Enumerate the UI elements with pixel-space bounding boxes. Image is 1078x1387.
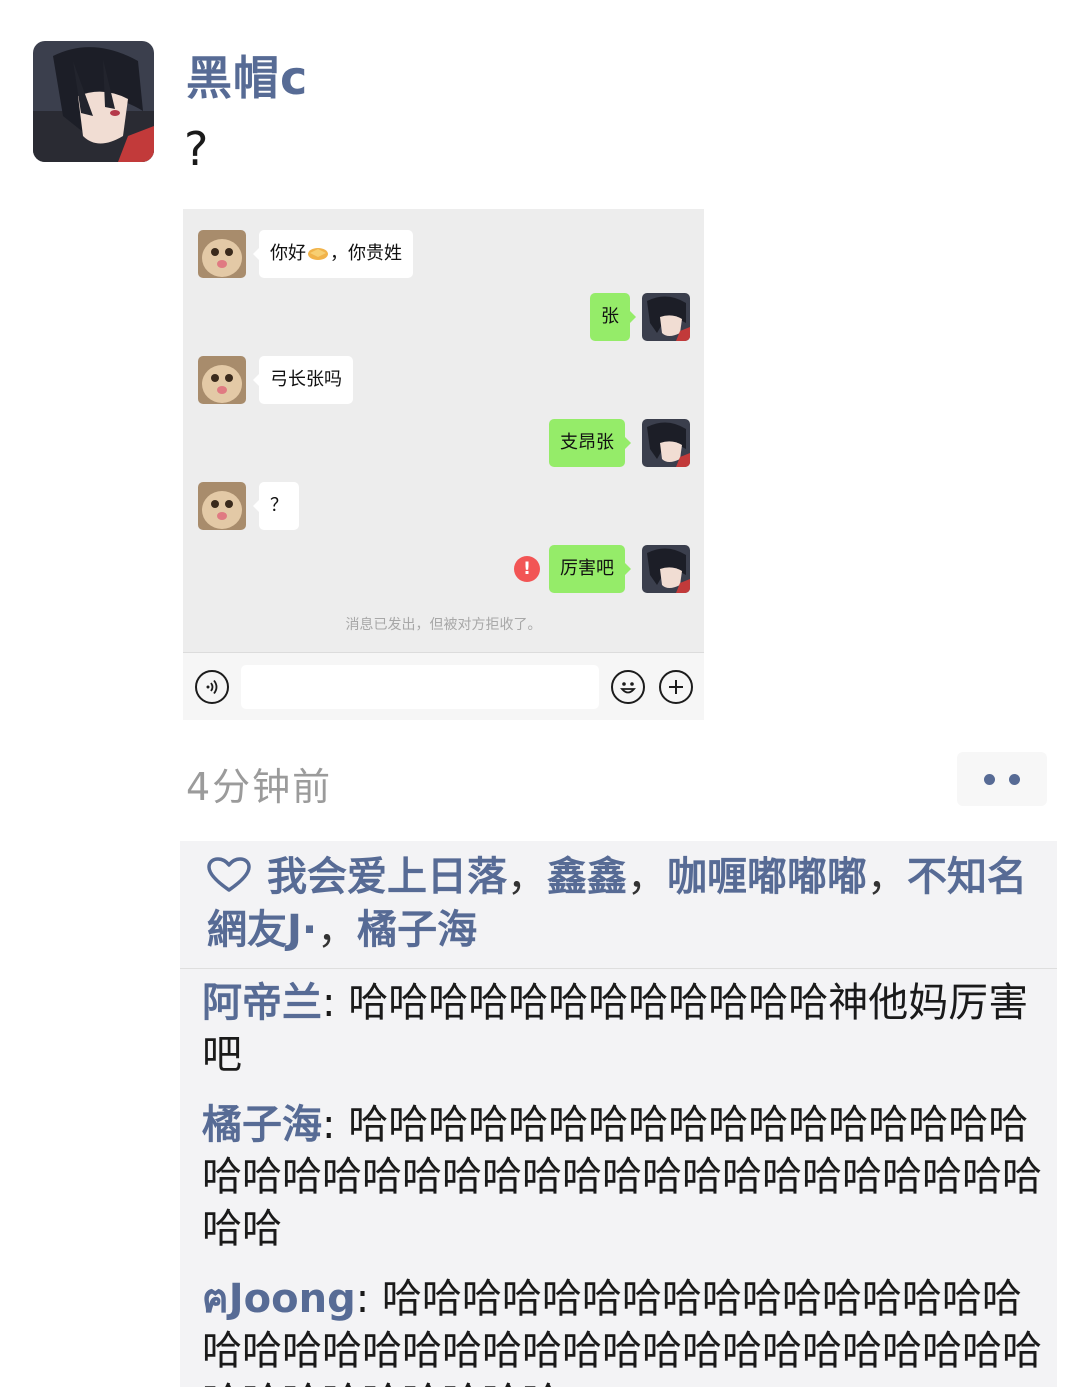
cat-avatar [198,230,246,278]
my-avatar [642,293,690,341]
post-time: 4分钟前 [186,765,333,809]
like-name[interactable]: 橘子海 [357,907,477,953]
chat-screenshot-image[interactable]: 你好 ，你贵姓 张 弓长张吗 支昂张 ？ ! 厉害吧 消息已发出，但被对方拒收了。 [183,209,704,720]
likes-list: 我会爱上日落，鑫鑫，咖喱嘟嘟嘟，不知名網友J·，橘子海 [207,854,1027,953]
handshake-emoji-icon [307,232,329,260]
comment-item[interactable]: 阿帝兰: 哈哈哈哈哈哈哈哈哈哈哈哈神他妈厉害吧 [202,977,1047,1081]
chat-bubble-incoming: 弓长张吗 [253,356,353,404]
post-text: ? [184,122,209,176]
chat-bubble-outgoing: 支昂张 [549,419,631,467]
author-avatar[interactable] [33,41,154,162]
divider [180,968,1057,969]
voice-icon [195,670,229,704]
more-dots-icon[interactable] [957,752,1047,806]
like-name[interactable]: 咖喱嘟嘟嘟 [667,854,867,900]
moments-post: 黑帽c ? 你好 ，你贵姓 张 弓长张吗 支昂张 ？ ! 厉害吧 消息已发出，但… [0,0,1078,1387]
chat-bubble-outgoing: 厉害吧 [549,545,631,593]
comment-item[interactable]: 橘子海: 哈哈哈哈哈哈哈哈哈哈哈哈哈哈哈哈哈哈哈哈哈哈哈哈哈哈哈哈哈哈哈哈哈哈哈… [202,1099,1047,1255]
chat-bubble-incoming: ？ [253,482,299,530]
comment-author[interactable]: ฅJoong [202,1276,356,1322]
chat-bubble-outgoing: 张 [590,293,636,341]
system-note: 消息已发出，但被对方拒收了。 [345,617,542,633]
likes-comments-panel: 我会爱上日落，鑫鑫，咖喱嘟嘟嘟，不知名網友J·，橘子海 阿帝兰: 哈哈哈哈哈哈哈… [180,841,1057,1387]
comment-item[interactable]: ฅJoong: 哈哈哈哈哈哈哈哈哈哈哈哈哈哈哈哈哈哈哈哈哈哈哈哈哈哈哈哈哈哈哈哈… [202,1273,1047,1387]
comment-author[interactable]: 阿帝兰 [202,980,322,1026]
like-name[interactable]: 鑫鑫 [547,854,627,900]
author-name[interactable]: 黑帽c [186,42,308,108]
cat-avatar [198,356,246,404]
heart-icon [207,854,251,892]
error-icon: ! [514,556,540,582]
like-name[interactable]: 我会爱上日落 [267,854,507,900]
chat-bubble-incoming: 你好 ，你贵姓 [253,230,413,278]
chat-input-bar [183,652,704,720]
my-avatar [642,419,690,467]
cat-avatar [198,482,246,530]
chat-input-box [241,665,599,709]
comment-author[interactable]: 橘子海 [202,1102,322,1148]
my-avatar [642,545,690,593]
plus-icon [659,670,693,704]
emoji-icon [611,670,645,704]
